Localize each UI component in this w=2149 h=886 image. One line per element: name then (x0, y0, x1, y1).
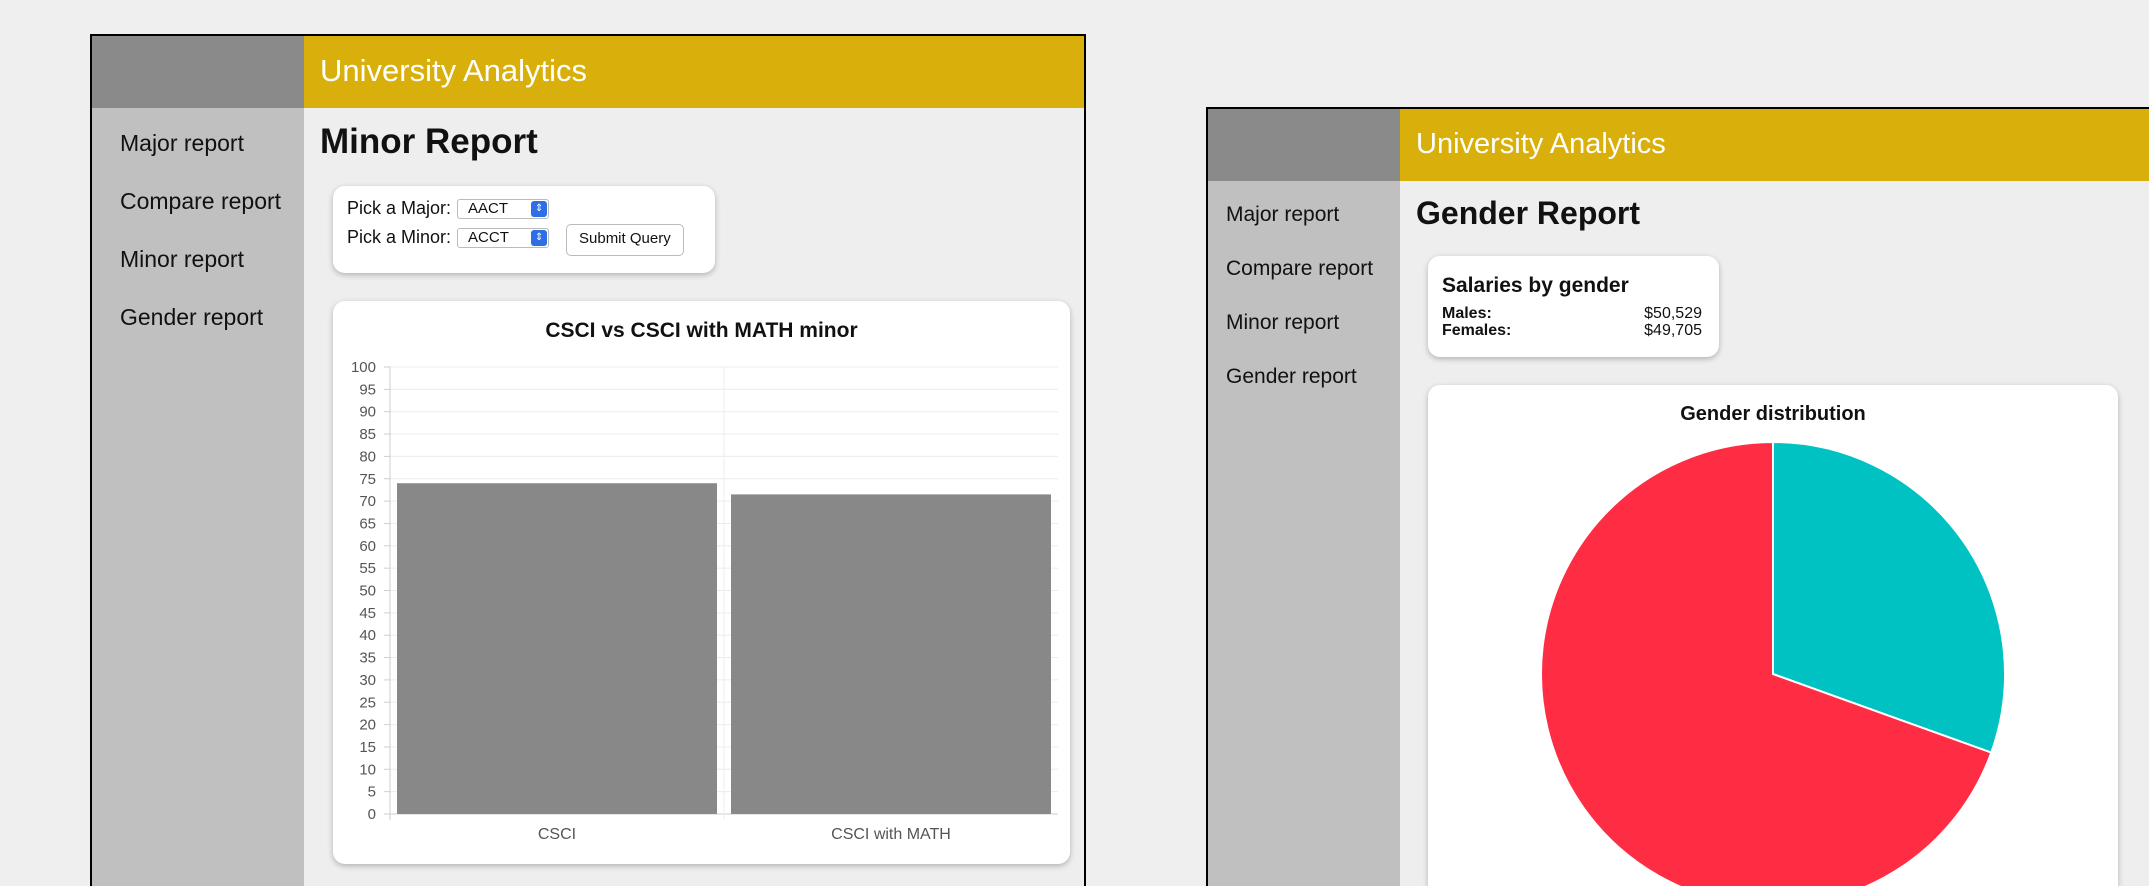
salary-label: Females: (1442, 322, 1512, 339)
y-tick-label: 5 (368, 784, 376, 801)
bar (731, 494, 1051, 814)
gender-report-window: Major report Compare report Minor report… (1206, 107, 2149, 886)
y-tick-label: 45 (359, 605, 376, 622)
nav-major-report[interactable]: Major report (120, 130, 304, 157)
y-tick-label: 35 (359, 650, 376, 667)
app-header: University Analytics (1400, 109, 2149, 181)
y-tick-label: 55 (359, 560, 376, 577)
minor-report-window: Major report Compare report Minor report… (90, 34, 1086, 886)
nav-major-report[interactable]: Major report (1226, 203, 1400, 227)
sidebar: Major report Compare report Minor report… (92, 36, 304, 886)
salary-value: $49,705 (1644, 322, 1702, 339)
minor-select-value: ACCT (468, 229, 509, 246)
submit-query-button[interactable]: Submit Query (566, 224, 684, 256)
salaries-card: Salaries by gender Males: $50,529 Female… (1428, 256, 1719, 357)
sidebar: Major report Compare report Minor report… (1208, 109, 1400, 886)
bar-chart-card: CSCI vs CSCI with MATH minor 0 5 10 15 20 25 3… (333, 301, 1070, 864)
salaries-title: Salaries by gender (1442, 274, 1629, 297)
y-tick-label: 30 (359, 672, 376, 689)
y-tick-label: 40 (359, 627, 376, 644)
y-tick-label: 15 (359, 739, 376, 756)
updown-arrow-icon: ⇕ (531, 200, 548, 217)
y-tick-label: 95 (359, 381, 376, 398)
nav-minor-report[interactable]: Minor report (120, 246, 304, 273)
y-tick-label: 100 (351, 359, 376, 376)
y-tick-label: 50 (359, 583, 376, 600)
minor-row: Pick a Minor: ACCT ⇕ (347, 227, 550, 248)
y-tick-label: 70 (359, 493, 376, 510)
query-form: Pick a Major: AACT ⇕ Pick a Minor: ACCT … (333, 186, 715, 273)
nav-gender-report[interactable]: Gender report (120, 304, 304, 331)
app-header: University Analytics (304, 36, 1084, 108)
y-tick-label: 25 (359, 694, 376, 711)
y-tick-label: 80 (359, 448, 376, 465)
nav-gender-report[interactable]: Gender report (1226, 365, 1400, 389)
y-tick-label: 85 (359, 426, 376, 443)
major-select[interactable]: AACT ⇕ (457, 198, 550, 219)
pie-chart (1540, 440, 2006, 886)
nav-compare-report[interactable]: Compare report (1226, 257, 1400, 281)
sidebar-header (92, 36, 304, 108)
y-tick-label: 75 (359, 471, 376, 488)
y-tick-label: 65 (359, 515, 376, 532)
y-tick-label: 10 (359, 761, 376, 778)
bar (397, 483, 717, 814)
salary-label: Males: (1442, 305, 1492, 322)
salary-value: $50,529 (1644, 305, 1702, 322)
nav-compare-report[interactable]: Compare report (120, 188, 304, 215)
sidebar-header (1208, 109, 1400, 181)
pie-chart-card: Gender distribution (1428, 385, 2118, 886)
page-title: Minor Report (320, 122, 538, 161)
y-tick-label: 60 (359, 538, 376, 555)
major-select-value: AACT (468, 200, 509, 217)
minor-select[interactable]: ACCT ⇕ (457, 227, 550, 248)
updown-arrow-icon: ⇕ (531, 229, 548, 246)
salary-row-males: Males: $50,529 (1442, 305, 1702, 323)
x-tick-label: CSCI (538, 826, 576, 843)
y-tick-label: 20 (359, 717, 376, 734)
major-label: Pick a Major: (347, 198, 452, 218)
nav-minor-report[interactable]: Minor report (1226, 311, 1400, 335)
minor-label: Pick a Minor: (347, 227, 452, 247)
x-tick-label: CSCI with MATH (831, 826, 951, 843)
bar-chart: 0 5 10 15 20 25 30 35 40 45 50 55 60 65 70 75 80 85 90 95 10… (351, 359, 1058, 843)
y-tick-label: 0 (368, 806, 376, 823)
major-row: Pick a Major: AACT ⇕ (347, 198, 550, 219)
salary-row-females: Females: $49,705 (1442, 322, 1702, 340)
page-title: Gender Report (1416, 195, 1641, 231)
y-tick-label: 90 (359, 404, 376, 421)
